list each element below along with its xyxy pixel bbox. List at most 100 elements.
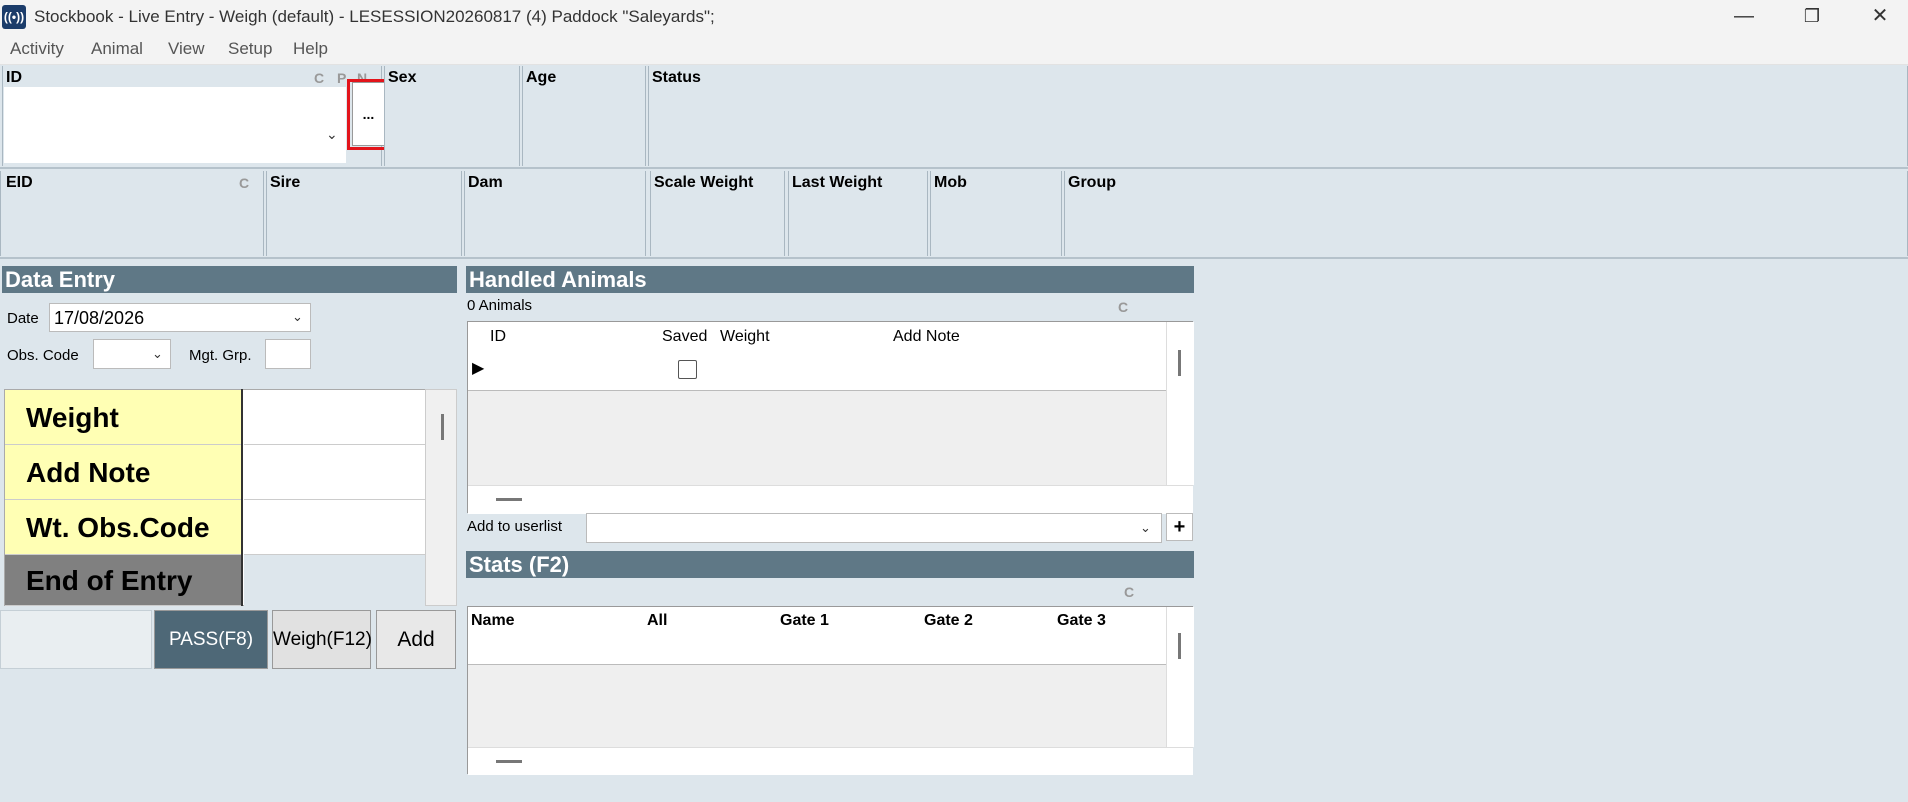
header-border [468,390,1166,391]
stats-flag-c[interactable]: C [1124,584,1134,600]
data-entry-header: Data Entry [2,266,457,293]
entry-scroll-thumb[interactable] [441,414,444,440]
entry-value-wt-obs-code[interactable] [244,500,427,555]
group-label: Group [1068,174,1116,191]
menu-animal[interactable]: Animal [91,39,143,59]
id-flag-p[interactable]: P [337,70,346,86]
obs-code-label: Obs. Code [7,347,79,364]
add-userlist-button[interactable]: + [1166,513,1193,541]
date-field[interactable]: 17/08/2026 ⌄ [49,303,311,332]
chevron-down-icon[interactable]: ⌄ [152,346,163,362]
divider [0,167,1908,169]
title-bar: ((•)) Stockbook - Live Entry - Weigh (de… [0,0,1908,35]
menu-setup[interactable]: Setup [228,39,272,59]
restore-icon[interactable]: ❐ [1784,0,1840,35]
dam-label: Dam [468,174,503,191]
entry-value-end [244,555,427,606]
entry-row-wt-obs-code[interactable]: Wt. Obs.Code [5,500,243,555]
header-border [468,664,1166,665]
entry-row-end-of-entry[interactable]: End of Entry [5,555,243,606]
date-label: Date [7,310,39,327]
scroll-thumb[interactable] [1178,350,1181,376]
mob-cell: Mob [930,171,1062,256]
entry-value-weight[interactable] [244,390,427,445]
col-gate-3[interactable]: Gate 3 [1054,607,1167,664]
age-cell: Age [522,66,646,166]
obs-code-select[interactable]: ⌄ [93,339,171,369]
chevron-down-icon[interactable]: ⌄ [292,309,303,325]
entry-row-weight[interactable]: Weight [5,390,243,445]
handled-animals-grid: ▶ ID Saved Weight Add Note [467,321,1194,514]
app-icon: ((•)) [2,5,26,29]
col-all-label: All [647,612,668,629]
window-title: Stockbook - Live Entry - Weigh (default)… [34,7,715,26]
col-saved[interactable]: Saved [659,322,718,390]
weigh-button[interactable]: Weigh(F12) [272,610,372,669]
menu-activity[interactable]: Activity [10,39,64,59]
chevron-down-icon[interactable]: ⌄ [1140,520,1151,536]
col-gate-2[interactable]: Gate 2 [921,607,1055,664]
menu-help[interactable]: Help [293,39,328,59]
animal-count: 0 Animals [467,297,533,314]
col-all[interactable]: All [644,607,778,664]
sire-cell: Sire [266,171,462,256]
id-input[interactable] [4,87,346,163]
eid-cell: EID C [0,171,264,256]
chevron-down-icon[interactable]: ⌄ [326,126,338,143]
col-id[interactable]: ID [487,322,660,390]
col-add-note[interactable]: Add Note [890,322,1167,390]
scroll-thumb[interactable] [496,760,522,763]
vertical-scrollbar[interactable] [1166,322,1194,485]
sex-cell: Sex [384,66,520,166]
scroll-thumb[interactable] [1178,633,1181,659]
status-cell: Status [648,66,1908,166]
highlight-box [347,79,387,150]
col-gate-2-label: Gate 2 [924,612,973,629]
entry-row-add-note[interactable]: Add Note [5,445,243,500]
group-cell: Group [1064,171,1908,256]
eid-label: EID [6,174,33,191]
menu-bar: Activity Animal View Setup Help [0,35,1908,65]
pass-button[interactable]: PASS(F8) [154,610,268,669]
vertical-scrollbar[interactable] [1166,607,1194,747]
horizontal-scrollbar[interactable] [468,485,1193,514]
divider [0,257,1908,259]
stats-header: Stats (F2) [466,551,1194,578]
col-add-note-label: Add Note [893,328,960,345]
col-name-label: Name [471,612,515,629]
sire-label: Sire [270,174,301,191]
col-gate-1[interactable]: Gate 1 [777,607,922,664]
minimize-icon[interactable]: — [1716,0,1772,35]
col-weight-label: Weight [720,328,770,345]
eid-flag-c[interactable]: C [239,175,249,191]
close-icon[interactable]: ✕ [1852,0,1908,35]
add-to-userlist-label: Add to userlist [467,518,563,535]
entry-value-add-note[interactable] [244,445,427,500]
status-label: Status [652,69,701,86]
last-weight-label: Last Weight [792,174,883,191]
menu-view[interactable]: View [168,39,205,59]
date-value: 17/08/2026 [54,308,145,328]
handled-flag-c[interactable]: C [1118,299,1128,315]
scroll-thumb[interactable] [496,498,522,501]
mgt-grp-field[interactable] [265,339,311,369]
handled-animals-header: Handled Animals [466,266,1194,293]
userlist-select[interactable]: ⌄ [586,513,1162,543]
scale-weight-cell: Scale Weight [650,171,785,256]
col-gate-3-label: Gate 3 [1057,612,1106,629]
add-button[interactable]: Add [376,610,456,669]
id-label: ID [6,69,22,86]
col-saved-label: Saved [662,328,708,345]
button-spacer [0,610,152,669]
scale-weight-label: Scale Weight [654,174,754,191]
col-name[interactable]: Name [468,607,645,664]
horizontal-scrollbar[interactable] [468,747,1193,775]
id-flag-c[interactable]: C [314,70,324,86]
col-weight[interactable]: Weight [717,322,891,390]
col-id-label: ID [490,328,506,345]
col-gate-1-label: Gate 1 [780,612,829,629]
row-indicator: ▶ [468,322,488,390]
row-pointer-icon: ▶ [472,360,485,377]
grid-divider [241,389,243,606]
saved-checkbox[interactable] [678,360,697,379]
